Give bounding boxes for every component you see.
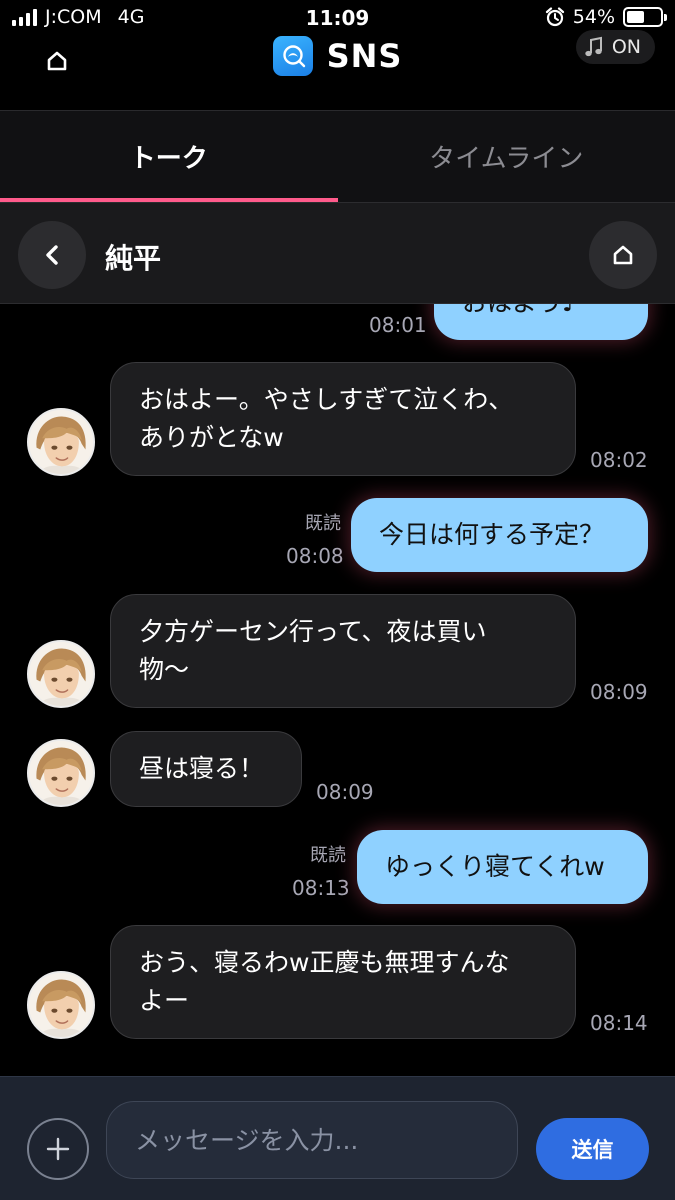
tab-timeline[interactable]: タイムライン [338,111,675,202]
back-button[interactable] [18,221,86,289]
outgoing-message[interactable]: 今日は何する予定？ [351,498,648,572]
home-icon [613,245,633,265]
avatar-image [29,741,93,805]
status-bar: J:COM 4G 11:09 54% [0,0,675,36]
chat-partner-name: 純平 [105,242,162,275]
home-button[interactable] [589,221,657,289]
avatar[interactable] [27,971,95,1039]
message-text: ゆっくり寝てくれw [385,852,605,881]
read-receipt: 既読 [305,513,341,534]
music-toggle[interactable]: ON [575,30,655,64]
message-text: おはよう♪ [462,304,578,317]
send-button[interactable]: 送信 [536,1118,649,1180]
message-input[interactable] [106,1101,518,1179]
battery-icon [623,7,667,27]
read-receipt: 既読 [310,845,346,866]
avatar-image [29,973,93,1037]
avatar-image [29,642,93,706]
incoming-message[interactable]: 夕方ゲーセン行って、夜は買い 物〜 [110,594,576,708]
message-text-line: よー [139,986,190,1015]
outgoing-message[interactable]: ゆっくり寝てくれw [357,830,648,904]
music-note-icon [585,36,602,57]
app-title: SNS [326,37,403,75]
message-text-line: 物〜 [139,655,190,684]
message-text: 昼は寝る！ [139,754,265,783]
brand: SNS [0,36,675,76]
avatar[interactable] [27,739,95,807]
message-text: 今日は何する予定？ [379,520,605,549]
tab-talk[interactable]: トーク [0,111,338,202]
message-time: 08:02 [590,448,648,472]
battery-fill [627,11,645,23]
message-text-line: ありがとなw [139,423,284,452]
avatar-image [29,410,93,474]
battery-percent: 54% [572,6,615,28]
message-text-line: 夕方ゲーセン行って、夜は買い [139,617,487,646]
outgoing-message[interactable]: おはよう♪ [434,304,648,340]
composer-bar: 送信 [0,1076,675,1200]
chevron-left-icon [46,245,58,265]
app-logo-icon [272,36,313,76]
app-header: SNS ON [0,30,675,110]
avatar[interactable] [27,408,95,476]
message-time: 08:13 [292,876,350,900]
message-time: 08:01 [369,313,427,337]
message-list[interactable]: おはよう♪ 08:01 おはよー。やさしすぎて泣くわ、 ありがとなw 08:02… [0,304,675,1076]
incoming-message[interactable]: 昼は寝る！ [110,731,302,807]
message-time: 08:08 [286,544,344,568]
alarm-icon [545,7,564,27]
status-right: 54% [545,6,667,28]
attach-button[interactable] [27,1118,89,1180]
message-time: 08:14 [590,1011,648,1035]
message-text-line: おう、寝るわw正慶も無理すんな [139,948,510,977]
music-status: ON [611,36,641,58]
message-time: 08:09 [590,680,648,704]
incoming-message[interactable]: おはよー。やさしすぎて泣くわ、 ありがとなw [110,362,576,476]
avatar[interactable] [27,640,95,708]
plus-icon [46,1137,70,1161]
tab-bar: トーク タイムライン [0,110,675,202]
chat-header: 純平 [0,202,675,304]
incoming-message[interactable]: おう、寝るわw正慶も無理すんな よー [110,925,576,1039]
message-time: 08:09 [316,780,374,804]
message-text-line: おはよー。やさしすぎて泣くわ、 [139,385,514,414]
